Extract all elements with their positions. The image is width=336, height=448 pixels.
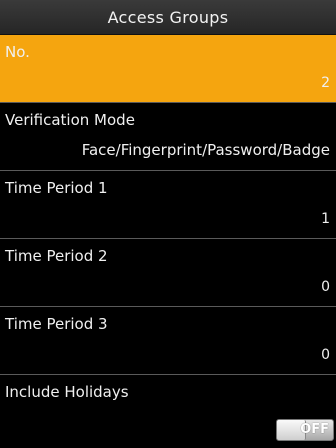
include-holidays-toggle[interactable]: OFF bbox=[276, 419, 334, 441]
setting-label: Time Period 2 bbox=[5, 247, 108, 265]
setting-label: Include Holidays bbox=[5, 383, 129, 401]
toggle-state-text: OFF bbox=[300, 422, 329, 437]
screen: Access Groups No. 2 Verification Mode Fa… bbox=[0, 0, 336, 448]
setting-time-period-3[interactable]: Time Period 3 0 bbox=[0, 307, 336, 375]
setting-value: 2 bbox=[321, 75, 330, 91]
setting-value: 0 bbox=[321, 347, 330, 363]
setting-verification-mode[interactable]: Verification Mode Face/Fingerprint/Passw… bbox=[0, 103, 336, 171]
setting-value: Face/Fingerprint/Password/Badge bbox=[81, 141, 330, 159]
settings-list: No. 2 Verification Mode Face/Fingerprint… bbox=[0, 35, 336, 443]
title-bar: Access Groups bbox=[0, 0, 336, 35]
setting-label: Time Period 3 bbox=[5, 315, 108, 333]
setting-value: 0 bbox=[321, 279, 330, 295]
setting-label: Verification Mode bbox=[5, 111, 135, 129]
page-title: Access Groups bbox=[107, 7, 229, 27]
setting-label: Time Period 1 bbox=[5, 179, 108, 197]
setting-time-period-2[interactable]: Time Period 2 0 bbox=[0, 239, 336, 307]
setting-label: No. bbox=[5, 43, 30, 61]
setting-time-period-1[interactable]: Time Period 1 1 bbox=[0, 171, 336, 239]
setting-number[interactable]: No. 2 bbox=[0, 35, 336, 103]
setting-value: 1 bbox=[321, 211, 330, 227]
setting-include-holidays[interactable]: Include Holidays OFF bbox=[0, 375, 336, 443]
